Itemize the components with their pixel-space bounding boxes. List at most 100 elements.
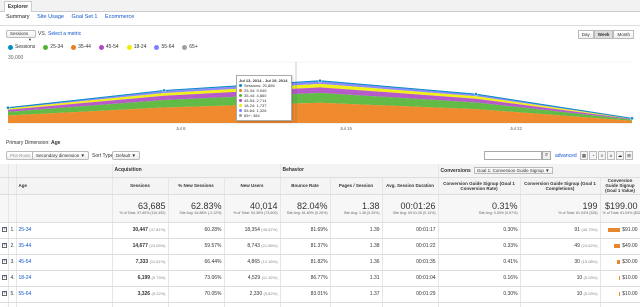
sessions-point[interactable] (6, 105, 10, 110)
sessions-cell: 6,199 (9.73%) (112, 270, 169, 287)
advanced-filter-link[interactable]: advanced (555, 153, 577, 159)
behavior-group: Behavior (280, 164, 439, 178)
secondary-dimension-label: Secondary dimension (36, 153, 80, 158)
sessions-point[interactable] (162, 88, 166, 93)
table-row: 2.35-4414,677 (23.05%)59.57%8,743 (21.85… (0, 238, 640, 255)
empty-cell (8, 164, 17, 178)
row-checkbox[interactable] (2, 258, 7, 264)
secondary-dimension-select[interactable]: Secondary dimension ▼ (32, 151, 90, 160)
age-link[interactable]: 45-54 (19, 259, 32, 265)
table-search-input[interactable] (484, 151, 542, 160)
value-bar (614, 243, 621, 248)
y-axis-max-label: 30,000 (8, 55, 24, 61)
col-pages-per-session[interactable]: Pages / Session (330, 177, 383, 195)
completions-pct: (15.08%) (581, 259, 598, 264)
empty-cell (8, 177, 17, 195)
age-link[interactable]: 18-24 (19, 275, 32, 281)
row-checkbox[interactable] (2, 242, 7, 248)
age-header[interactable]: Age (16, 177, 113, 195)
age-cell: 18-24 (16, 270, 113, 287)
sessions-value: 6,199 (137, 275, 151, 281)
value-bar (608, 227, 621, 232)
sessions-pct: (9.73%) (151, 275, 166, 280)
term-cloud-icon[interactable]: ☁ (616, 151, 624, 160)
col-sessions[interactable]: Sessions (112, 177, 169, 195)
row-checkbox[interactable] (2, 274, 7, 280)
sessions-cell: 14,677 (23.05%) (112, 238, 169, 255)
pct-new-cell: 59.57% (168, 238, 225, 255)
legend-label: 25-34 (50, 44, 64, 50)
col-bounce-rate[interactable]: Bounce Rate (280, 177, 331, 195)
new-users-value: 18,354 (244, 227, 260, 233)
goal-select[interactable]: Goal 1: Conversion Guide Signup ▼ (473, 166, 553, 174)
value-bar (619, 275, 621, 280)
col-goal-completions[interactable]: Conversion Guide Signup (Goal 1 Completi… (520, 177, 601, 195)
acquisition-group: Acquisition (112, 164, 281, 178)
age-cell: 35-44 (16, 238, 113, 255)
sessions-point[interactable] (318, 78, 322, 83)
col-avg-duration[interactable]: Avg. Session Duration (382, 177, 439, 195)
legend-item: 45-54 (98, 44, 119, 50)
new-users-pct: (12.16%) (261, 259, 278, 264)
week-button[interactable]: Week (593, 30, 614, 39)
search-icon[interactable]: ⌕ (542, 151, 551, 160)
plot-rows-button[interactable]: Plot Rows (6, 151, 35, 160)
col-new-users[interactable]: New Users (224, 177, 281, 195)
row-checkbox-cell (0, 238, 9, 255)
subtab-site-usage[interactable]: Site Usage (37, 14, 64, 20)
duration-cell: 00:01:35 (382, 254, 439, 271)
row-checkbox[interactable] (2, 226, 7, 232)
total-value-sub: % of Total: 61.04% ($326.00) (602, 211, 640, 215)
pivot-view-icon[interactable]: ⊞ (625, 151, 633, 160)
area-chart: 30,000 ... Jul 8 Jul 15 Jul 22 (6, 55, 634, 131)
sessions-pct: (5.22%) (151, 291, 166, 296)
row-checkbox-cell (0, 254, 9, 271)
compare-view-icon[interactable]: ± (607, 151, 615, 160)
total-completions: 199 (582, 201, 598, 211)
table-view-icon[interactable]: ▦ (580, 151, 588, 160)
new-users-pct: (11.32%) (261, 275, 278, 280)
col-goal-value[interactable]: Conversion Guide Signup (Goal 1 Value) (600, 177, 640, 195)
metric-select[interactable]: Sessions ▼ (6, 30, 36, 42)
row-number: 1. (8, 222, 17, 239)
empty-cell (8, 194, 17, 223)
col-pct-new-sessions[interactable]: % New Sessions (168, 177, 225, 195)
tab-bar: Explorer (0, 0, 640, 12)
bar-view-icon[interactable]: ≡ (598, 151, 606, 160)
row-number: 3. (8, 254, 17, 271)
age-link[interactable]: 25-34 (19, 227, 32, 233)
tab-explorer[interactable]: Explorer (4, 1, 32, 12)
col-goal-conv-rate[interactable]: Conversion Guide Signup (Goal 1 Conversi… (438, 177, 521, 195)
row-checkbox-cell (0, 270, 9, 287)
x-tick-label: ... (8, 126, 12, 131)
chart-controls: Sessions ▼ VS. Select a metric Day Week M… (6, 30, 634, 42)
sort-type-select[interactable]: Default ▼ (112, 151, 140, 160)
subtab-ecommerce[interactable]: Ecommerce (105, 14, 134, 20)
chart-legend: Sessions 25-34 35-44 45-54 18-24 55-64 65+ (8, 44, 198, 50)
total-cell: 62.83% Site Avg: 64.88% (-3.12%) (168, 194, 225, 223)
bounce-cell: 81.82% (280, 254, 331, 271)
primary-dimension-value[interactable]: Age (51, 140, 60, 146)
pie-view-icon[interactable]: ◔ (589, 151, 597, 160)
value-cell: $10.00 (600, 270, 640, 287)
sessions-point[interactable] (474, 92, 478, 96)
metric-select-value: Sessions (10, 31, 29, 36)
day-button[interactable]: Day (577, 30, 594, 39)
value-bar (616, 259, 621, 264)
completions-cell: 10 (5.03%) (520, 270, 601, 287)
legend-dot-icon (71, 44, 77, 50)
new-users-cell: 2,330 (5.82%) (224, 286, 281, 303)
month-button[interactable]: Month (613, 30, 634, 39)
legend-label: 65+ (189, 44, 198, 50)
subtab-goal-set-1[interactable]: Goal Set 1 (72, 14, 98, 20)
row-number: 4. (8, 270, 17, 287)
select-metric-link[interactable]: Select a metric (48, 31, 81, 37)
subtab-summary[interactable]: Summary (6, 14, 30, 20)
age-link[interactable]: 55-64 (19, 291, 32, 297)
sessions-point[interactable] (630, 116, 634, 121)
sessions-pct: (47.81%) (149, 227, 166, 232)
total-cell: 1.38 Site Avg: 1.38 (0.25%) (330, 194, 383, 223)
tooltip-row: 65+: 384 (239, 113, 289, 118)
row-checkbox[interactable] (2, 290, 7, 296)
age-link[interactable]: 35-44 (19, 243, 32, 249)
